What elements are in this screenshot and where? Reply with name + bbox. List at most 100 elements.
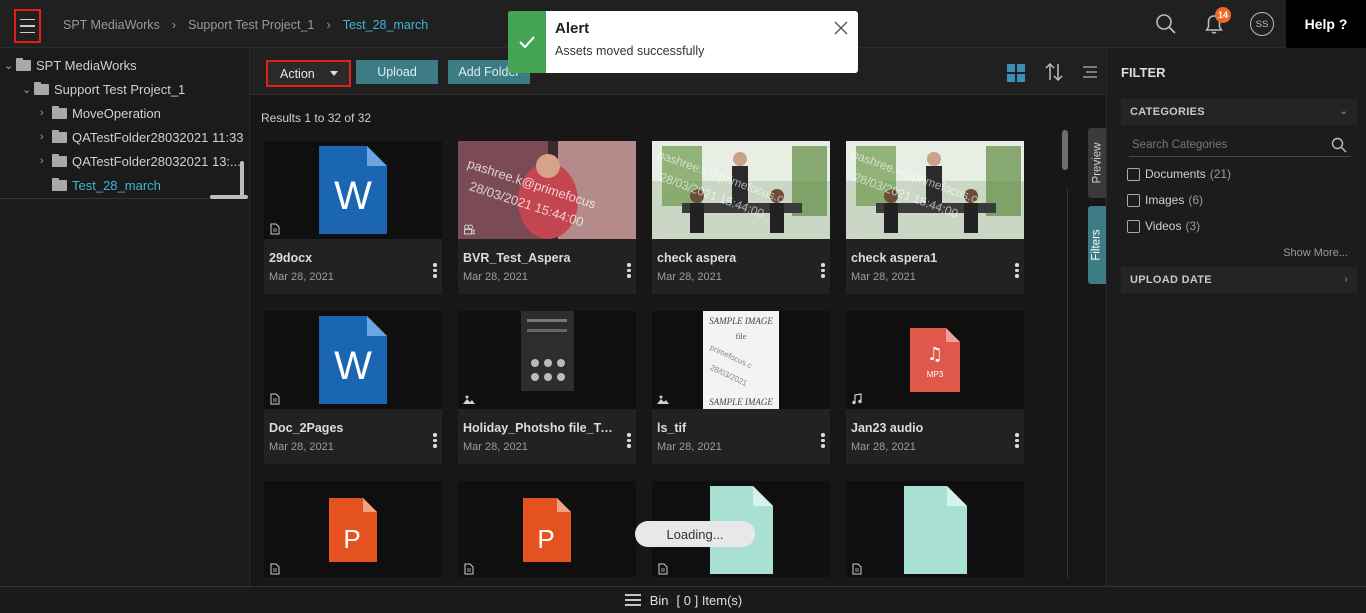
upload-button[interactable]: Upload (356, 60, 438, 84)
asset-thumbnail[interactable] (846, 481, 1024, 577)
filter-option-documents[interactable]: Documents (21) (1127, 167, 1231, 181)
asset-card[interactable]: pashree.k@primefocus 28/03/2021 15:44:00 B… (458, 141, 636, 294)
document-type-icon (270, 393, 280, 405)
asset-card[interactable]: Holiday_Photsho file_Te... Mar 28, 2021 (458, 311, 636, 464)
tree-item-qatestfolder-1133[interactable]: › QATestFolder28032021 11:33 (40, 126, 244, 148)
notifications-button[interactable]: 14 (1190, 0, 1238, 48)
caret-right-icon[interactable]: › (40, 155, 52, 167)
folder-icon (52, 153, 67, 167)
breadcrumb-item-current[interactable]: Test_28_march (343, 18, 428, 32)
filter-option-images[interactable]: Images (6) (1127, 193, 1203, 207)
asset-card[interactable]: ♫ MP3 Jan23 audio Mar 28, 2021 (846, 311, 1024, 464)
more-options-icon[interactable] (433, 263, 437, 278)
asset-name: check aspera (657, 251, 737, 265)
filter-option-count: (6) (1188, 193, 1204, 207)
asset-thumbnail[interactable]: W (264, 141, 442, 239)
close-icon[interactable] (834, 21, 848, 35)
menu-lines-icon (624, 594, 641, 606)
breadcrumb-item-root[interactable]: SPT MediaWorks (63, 18, 160, 32)
asset-thumbnail[interactable]: pashree.k@primefocus 28/03/2021 15:44:00 (458, 141, 636, 239)
asset-card[interactable]: pashree.k@primefocus.c 28/03/2021 15:44:0… (846, 141, 1024, 294)
caret-down-icon[interactable]: ⌄ (22, 83, 34, 96)
more-options-icon[interactable] (627, 263, 631, 278)
video-type-icon (658, 224, 669, 235)
folder-icon (52, 129, 67, 143)
tab-preview[interactable]: Preview (1088, 128, 1106, 198)
more-options-icon[interactable] (1015, 433, 1019, 448)
hamburger-menu-button[interactable] (14, 9, 41, 43)
asset-card[interactable]: W 29docx Mar 28, 2021 (264, 141, 442, 294)
asset-thumbnail[interactable]: W (264, 311, 442, 409)
search-categories-input[interactable]: Search Categories (1129, 133, 1351, 157)
tree-item-moveoperation[interactable]: › MoveOperation (40, 102, 161, 124)
asset-thumbnail[interactable]: ♫ MP3 (846, 311, 1024, 409)
more-options-icon[interactable] (627, 433, 631, 448)
image-type-icon (463, 395, 475, 404)
folder-tree-panel: ⌄ SPT MediaWorks ⌄ Support Test Project_1 … (0, 48, 250, 586)
image-type-icon (657, 395, 669, 404)
search-icon[interactable] (1331, 137, 1347, 153)
bin-bar[interactable]: Bin [ 0 ] Item(s) (0, 586, 1366, 613)
asset-date: Mar 28, 2021 (269, 271, 334, 283)
grid-view-icon[interactable] (1007, 64, 1025, 82)
asset-card[interactable]: P (458, 481, 636, 577)
tree-item-label: QATestFolder28032021 13:... (72, 153, 241, 169)
document-type-icon (270, 223, 280, 235)
help-button[interactable]: Help ? (1286, 0, 1366, 48)
more-options-icon[interactable] (433, 433, 437, 448)
breadcrumb-item-project[interactable]: Support Test Project_1 (188, 18, 314, 32)
audio-type-icon (852, 393, 862, 405)
more-options-icon[interactable] (1015, 263, 1019, 278)
checkbox[interactable] (1127, 219, 1140, 233)
search-button[interactable] (1142, 0, 1190, 48)
filter-option-videos[interactable]: Videos (3) (1127, 219, 1200, 233)
caret-right-icon[interactable]: › (40, 107, 52, 119)
asset-card[interactable] (846, 481, 1024, 577)
svg-text:MP3: MP3 (927, 370, 944, 379)
asset-date: Mar 28, 2021 (657, 441, 722, 453)
asset-card[interactable]: W Doc_2Pages Mar 28, 2021 (264, 311, 442, 464)
checkbox[interactable] (1127, 193, 1140, 207)
video-type-icon (852, 224, 863, 235)
caret-down-icon[interactable]: ⌄ (4, 59, 16, 72)
asset-thumbnail[interactable]: pashree.k@primefocus.c 28/03/2021 15:44:0… (846, 141, 1024, 239)
asset-name: Jan23 audio (851, 421, 924, 435)
more-options-icon[interactable] (821, 263, 825, 278)
tab-filters[interactable]: Filters (1088, 206, 1106, 284)
tree-vertical-scrollbar[interactable] (240, 161, 244, 198)
asset-thumbnail[interactable]: SAMPLE IMAGE file SAMPLE IMAGE primefocus.c… (652, 311, 830, 409)
asset-thumbnail[interactable]: P (264, 481, 442, 577)
tree-item-test-28-march[interactable]: Test_28_march (40, 174, 161, 196)
chevron-right-icon: › (1344, 274, 1348, 285)
tree-item-label: SPT MediaWorks (36, 57, 137, 73)
list-view-icon[interactable] (1079, 61, 1101, 83)
sort-icon[interactable] (1043, 61, 1065, 83)
tree-horizontal-scrollbar[interactable] (210, 195, 248, 199)
grid-scrollbar[interactable] (1062, 130, 1068, 170)
asset-date: Mar 28, 2021 (851, 271, 916, 283)
results-count: Results 1 to 32 of 32 (261, 111, 372, 125)
more-options-icon[interactable] (821, 433, 825, 448)
categories-section-header[interactable]: CATEGORIES ⌄ (1121, 99, 1357, 125)
tree-item-label: QATestFolder28032021 11:33 (72, 129, 244, 145)
action-dropdown-button[interactable]: Action (266, 60, 351, 87)
asset-card[interactable]: pashree.k@primefocus.c 28/03/2021 15:44:0… (652, 141, 830, 294)
checkbox[interactable] (1127, 167, 1140, 181)
tree-item-support-test-project[interactable]: ⌄ Support Test Project_1 (22, 78, 185, 100)
tree-item-spt-mediaworks[interactable]: ⌄ SPT MediaWorks (4, 54, 137, 76)
asset-card[interactable]: SAMPLE IMAGE file SAMPLE IMAGE primefocus.c… (652, 311, 830, 464)
asset-thumbnail[interactable] (458, 311, 636, 409)
filter-option-label: Videos (1145, 219, 1182, 233)
caret-right-icon[interactable]: › (40, 131, 52, 143)
user-avatar-button[interactable]: SS (1238, 0, 1286, 48)
asset-thumbnail[interactable]: pashree.k@primefocus.c 28/03/2021 15:44:0… (652, 141, 830, 239)
folder-icon (16, 57, 31, 71)
upload-date-section-header[interactable]: UPLOAD DATE › (1121, 267, 1357, 293)
alert-title: Alert (555, 20, 590, 37)
show-more-link[interactable]: Show More... (1283, 247, 1348, 259)
svg-text:SAMPLE IMAGE: SAMPLE IMAGE (709, 316, 773, 326)
loading-indicator: Loading... (635, 521, 755, 547)
asset-thumbnail[interactable]: P (458, 481, 636, 577)
tree-item-qatestfolder-13[interactable]: › QATestFolder28032021 13:... (40, 150, 241, 172)
asset-card[interactable]: P (264, 481, 442, 577)
